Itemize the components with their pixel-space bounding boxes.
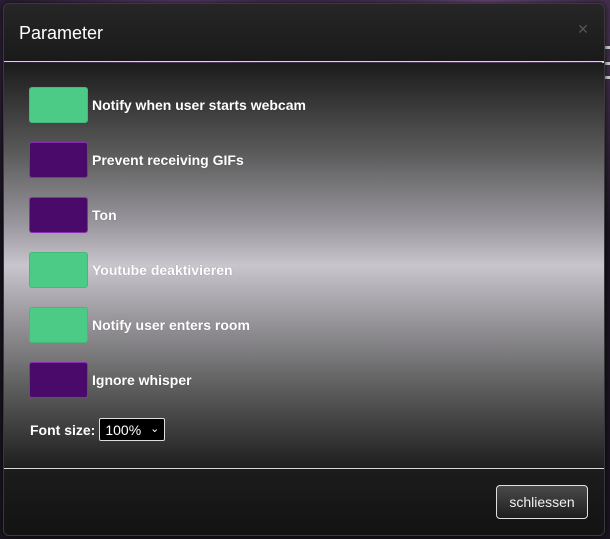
font-size-row: Font size: 100% ⌄ xyxy=(30,418,166,441)
option-label: Ton xyxy=(92,207,117,223)
font-size-select[interactable]: 100% ⌄ xyxy=(99,418,166,441)
option-row: Prevent receiving GIFs xyxy=(29,142,244,178)
option-label: Notify when user starts webcam xyxy=(92,97,306,113)
toggle-switch[interactable] xyxy=(29,87,88,123)
toggle-switch[interactable] xyxy=(29,362,88,398)
option-row: Ignore whisper xyxy=(29,362,192,398)
dialog-body: Notify when user starts webcam Prevent r… xyxy=(4,63,604,468)
dialog-footer: schliessen xyxy=(4,468,604,535)
option-row: Notify when user starts webcam xyxy=(29,87,306,123)
option-row: Youtube deaktivieren xyxy=(29,252,233,288)
dialog-title: Parameter xyxy=(19,23,104,43)
toggle-switch[interactable] xyxy=(29,197,88,233)
toggle-switch[interactable] xyxy=(29,252,88,288)
toggle-switch[interactable] xyxy=(29,307,88,343)
font-size-label: Font size: xyxy=(30,421,96,438)
close-button[interactable]: schliessen xyxy=(496,485,588,519)
option-label: Youtube deaktivieren xyxy=(92,262,233,278)
option-row: Ton xyxy=(29,197,117,233)
close-icon[interactable]: ✕ xyxy=(576,22,590,36)
dialog-header: Parameter ✕ xyxy=(4,4,604,62)
toggle-switch[interactable] xyxy=(29,142,88,178)
option-label: Ignore whisper xyxy=(92,372,192,388)
option-label: Notify user enters room xyxy=(92,317,250,333)
settings-dialog: Parameter ✕ Notify when user starts webc… xyxy=(3,3,605,536)
font-size-value: 100% xyxy=(105,421,142,438)
option-row: Notify user enters room xyxy=(29,307,250,343)
chevron-down-icon: ⌄ xyxy=(150,423,160,435)
option-label: Prevent receiving GIFs xyxy=(92,152,244,168)
